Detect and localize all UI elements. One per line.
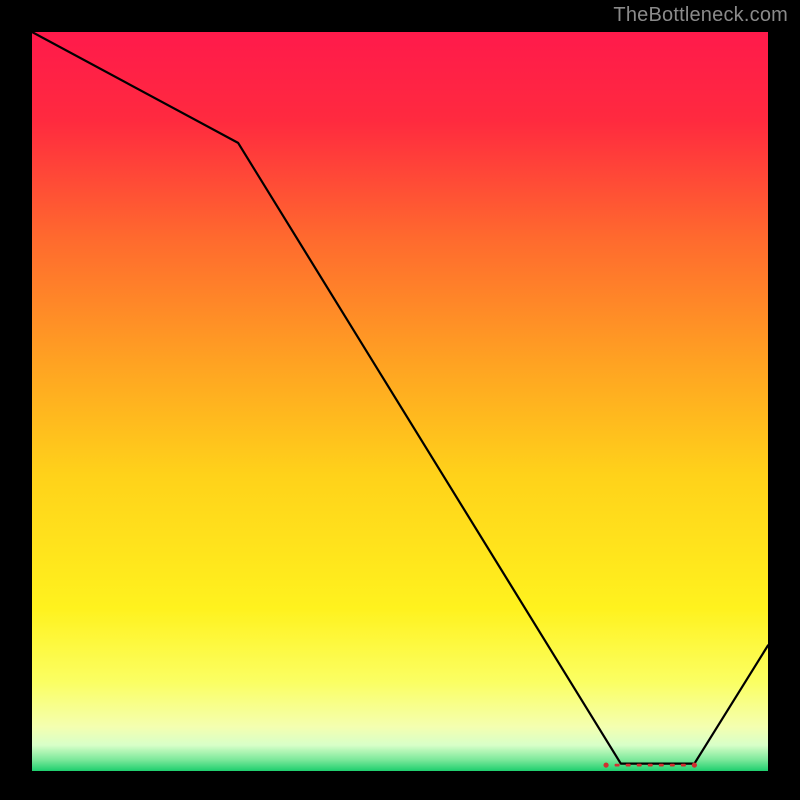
chart-container: TheBottleneck.com [0,0,800,800]
gradient-background [32,32,768,771]
plot-area [32,32,768,771]
attribution-text: TheBottleneck.com [613,4,788,27]
bottleneck-chart [32,32,768,771]
